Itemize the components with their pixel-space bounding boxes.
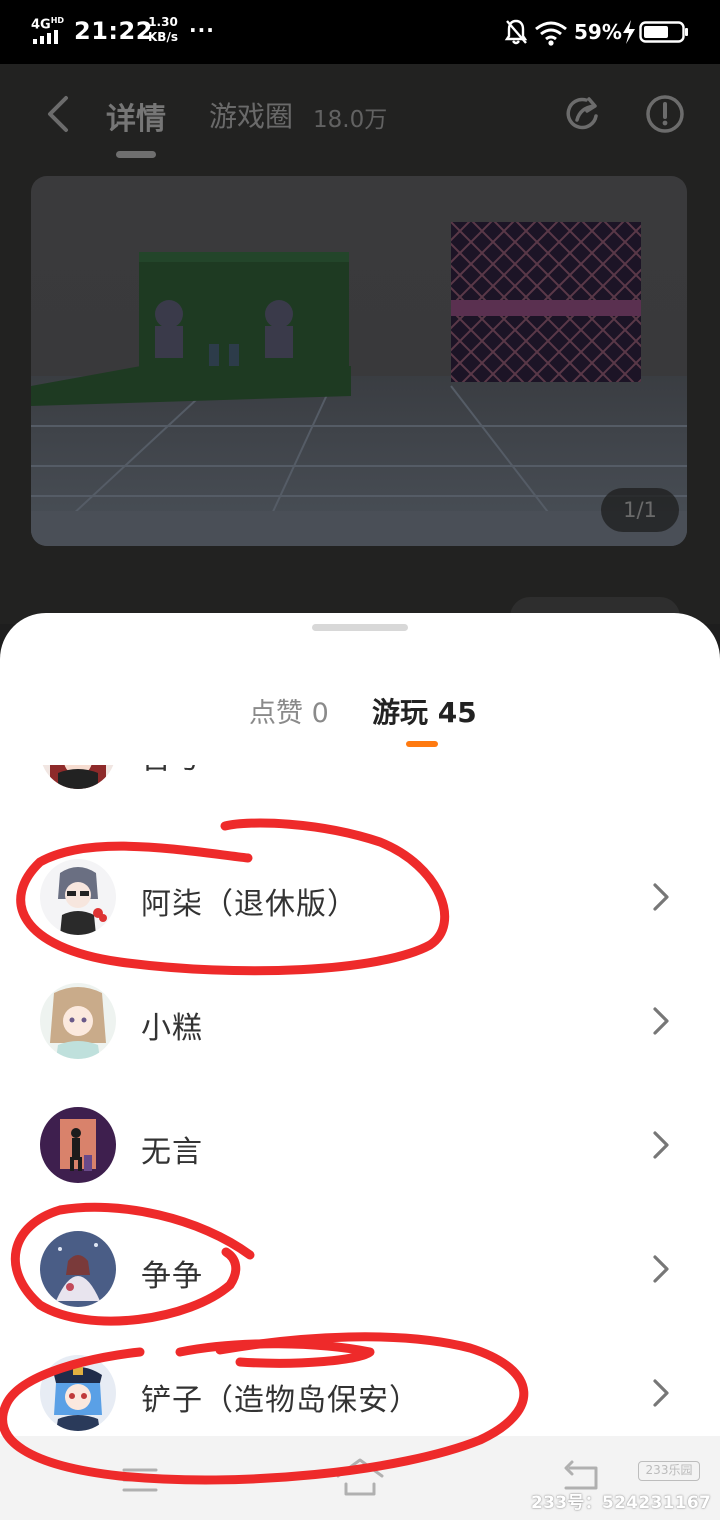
chevron-right-icon: [653, 883, 669, 911]
tab-plays-indicator: [406, 741, 438, 747]
user-name: 阿柒（退休版）: [141, 887, 358, 922]
chevron-left-icon[interactable]: [44, 94, 72, 134]
battery-icon: [639, 21, 688, 43]
chevron-right-icon: [653, 1007, 669, 1035]
network-speed: 1.30 KB/s: [148, 15, 178, 44]
tab-detail-indicator: [116, 151, 156, 158]
drag-handle[interactable]: [312, 624, 408, 631]
list-item[interactable]: 吉兮: [0, 765, 720, 813]
system-nav-bar: 233乐园 233号：524231167: [0, 1436, 720, 1520]
sheet-tabs: 点赞 0 游玩 45: [0, 691, 720, 741]
user-name: 争争: [141, 1259, 203, 1294]
charging-icon: [623, 20, 635, 44]
user-name: 铲子（造物岛保安）: [141, 1383, 420, 1418]
tab-game-circle[interactable]: 游戏圈: [209, 95, 293, 135]
avatar: [40, 859, 116, 935]
user-name: 吉兮: [141, 765, 203, 777]
wifi-icon: [535, 21, 567, 46]
avatar: [40, 1107, 116, 1183]
clock: 21:22: [74, 17, 153, 45]
chevron-right-icon: [650, 765, 672, 767]
tab-plays[interactable]: 游玩 45: [372, 691, 477, 731]
avatar: [40, 1355, 116, 1431]
user-name: 无言: [141, 1135, 203, 1170]
chevron-right-icon: [653, 1379, 669, 1407]
list-item[interactable]: 阿柒（退休版）: [0, 835, 720, 959]
game-detail-page: 详情 游戏圈 18.0万 1/1: [0, 64, 720, 637]
watermark-text: 233号：524231167: [531, 1493, 712, 1513]
player-list-sheet: 点赞 0 游玩 45 吉兮 阿柒（退休版） 小糕: [0, 613, 720, 1520]
list-item[interactable]: 小糕: [0, 959, 720, 1083]
watermark-logo: 233乐园: [638, 1461, 700, 1481]
game-screenshot-banner[interactable]: 1/1: [31, 176, 687, 546]
user-name: 小糕: [141, 1011, 203, 1046]
chevron-right-icon: [653, 1255, 669, 1283]
list-item[interactable]: 争争: [0, 1207, 720, 1331]
tab-detail[interactable]: 详情: [106, 94, 166, 138]
home-icon[interactable]: [334, 1454, 386, 1498]
bell-off-icon: [504, 19, 528, 45]
tab-likes[interactable]: 点赞 0: [249, 691, 329, 730]
more-notifications: ···: [189, 18, 215, 42]
signal-icon: [33, 30, 58, 44]
info-icon[interactable]: [643, 92, 687, 136]
battery-percent: 59%: [574, 20, 622, 44]
user-list: 吉兮 阿柒（退休版） 小糕 无言: [0, 765, 720, 1435]
game-screenshot-image: [31, 176, 687, 546]
status-bar: 4GHD 21:22 1.30 KB/s ··· 59%: [0, 0, 720, 64]
list-item[interactable]: 铲子（造物岛保安）: [0, 1331, 720, 1435]
avatar: [40, 765, 116, 789]
game-circle-count: 18.0万: [313, 107, 388, 133]
avatar: [40, 983, 116, 1059]
banner-pager: 1/1: [601, 488, 679, 532]
list-item[interactable]: 无言: [0, 1083, 720, 1207]
share-icon[interactable]: [562, 92, 606, 136]
menu-icon[interactable]: [120, 1462, 160, 1494]
avatar: [40, 1231, 116, 1307]
chevron-right-icon: [653, 1131, 669, 1159]
